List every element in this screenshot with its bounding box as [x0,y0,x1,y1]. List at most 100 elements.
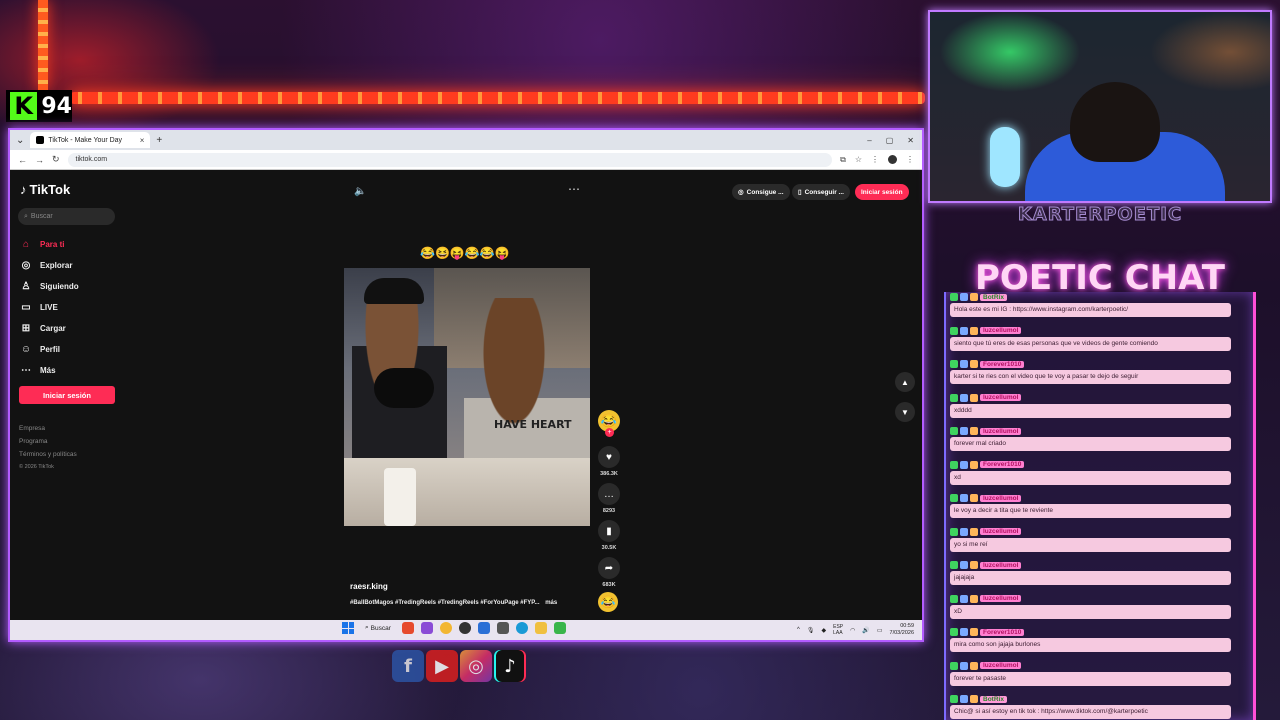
follow-plus-icon[interactable]: + [605,428,614,437]
extensions-icon[interactable]: ⋮ [871,155,879,165]
sidebar-item-label: Para ti [40,240,65,249]
tray-chevron-icon[interactable]: ^ [797,627,800,633]
sidebar-footer: Empresa Programa Términos y políticas © … [19,422,77,474]
chat-badge-icon [960,628,968,636]
file-explorer-icon[interactable] [534,622,547,634]
chat-badge-icon [950,594,958,603]
comment-action[interactable]: … 8293 [598,483,620,514]
url-field[interactable]: tiktok.com [67,152,833,167]
chat-badge-icon [950,427,958,435]
chat-badge-icon [970,695,978,703]
taskbar-apps: ⌕ Buscar [342,622,566,634]
forward-icon[interactable]: → [35,155,44,165]
search-input[interactable]: ⌕ Buscar [18,208,115,225]
taskbar-app-icon[interactable] [401,622,414,634]
chat-username: Forever1010 [980,628,1025,636]
creator-avatar[interactable]: 😂 + [598,410,620,437]
tab-list-icon[interactable]: ⌄ [16,135,24,146]
obs-icon[interactable] [458,622,471,634]
bookmark-star-icon[interactable]: ☆ [855,155,862,165]
install-icon[interactable]: ⧉ [840,155,846,165]
taskbar-app-icon[interactable] [420,622,433,634]
video-hashtags: #BallBotMagos #TredingReels #TredingReel… [350,600,557,606]
get-app-button[interactable]: ◎ Consigue ... [732,184,790,200]
previous-video-button[interactable]: ▲ [895,372,915,392]
more-link[interactable]: más [545,600,557,606]
next-video-button[interactable]: ▼ [895,402,915,422]
led-light-strip [70,92,925,104]
sidebar-item-cargar[interactable]: ⊞ Cargar [20,318,79,339]
sidebar-item-siguiendo[interactable]: ♙ Siguiendo [20,276,79,297]
chrome-icon[interactable] [439,622,452,634]
minimize-icon[interactable]: – [867,136,871,145]
music-disc-icon[interactable]: 😂 [598,592,618,612]
close-tab-icon[interactable]: × [140,136,145,145]
new-tab-button[interactable]: + [156,135,162,146]
hashtags-text[interactable]: #BallBotMagos #TredingReels #TredingReel… [350,600,540,606]
search-placeholder: Buscar [30,213,53,220]
volume-tray-icon[interactable]: 🔊 [862,627,869,634]
battery-icon[interactable]: ▭ [877,627,883,634]
youtube-icon: ▶ [426,650,458,682]
chat-badge-icon [950,561,958,569]
mail-icon[interactable] [477,622,490,634]
top-login-button[interactable]: Iniciar sesión [855,184,909,200]
chat-badge-icon [960,494,968,502]
mic-tray-icon[interactable]: 🎙 [807,627,815,634]
edge-icon[interactable] [515,622,528,634]
chat-badge-icon [970,460,978,469]
sidebar-item-explorar[interactable]: ◎ Explorar [20,255,79,276]
video-username[interactable]: raesr.king [350,582,388,591]
footer-link-empresa[interactable]: Empresa [19,422,77,435]
sidebar-item-live[interactable]: ▭ LIVE [20,297,79,318]
video-player[interactable]: HAVE HEART [344,268,590,526]
tab-tiktok[interactable]: TikTok - Make Your Day × [30,132,151,148]
sidebar-item-mas[interactable]: ⋯ Más [20,360,79,381]
sidebar-item-para-ti[interactable]: ⌂ Para ti [20,234,79,255]
taskbar-app-icon[interactable] [553,622,566,634]
sidebar-item-perfil[interactable]: ☺ Perfil [20,339,79,360]
more-icon: ⋯ [21,365,31,376]
chat-message: luzcellumol forever te pasaste [950,661,1231,695]
maximize-icon[interactable]: ▢ [886,136,894,145]
tiktok-favicon-icon [36,136,45,144]
tiktok-logo[interactable]: ♪ TikTok [20,182,70,197]
video-actions: 😂 + ♥ 386.3K … 8293 ▮ 30.5K ➦ 683K [594,410,624,594]
language-indicator[interactable]: ESP LAA [833,624,843,636]
taskbar-clock[interactable]: 00:59 7/03/2026 [890,623,914,637]
chat-text: xdddd [950,403,1231,418]
profile-avatar-icon[interactable] [888,154,897,164]
store-icon[interactable] [496,622,509,634]
video-options-icon[interactable]: ⋯ [568,182,580,196]
tray-app-icon[interactable]: ◆ [821,627,826,634]
chat-message: BotRix Chic@ si así estoy en tik tok : ht… [950,694,1231,720]
volume-icon[interactable]: 🔈 [354,186,366,197]
chat-message-header: luzcellumol [950,493,1231,503]
save-count: 30.5K [601,545,617,551]
footer-link-terms[interactable]: Términos y políticas [19,448,77,461]
menu-icon[interactable]: ⋮ [906,155,914,165]
viewer-count: 94 [41,93,72,119]
like-action[interactable]: ♥ 386.3K [598,446,620,477]
webcam-person-head [1070,82,1160,162]
system-tray: ^ 🎙 ◆ ESP LAA ◠ 🔊 ▭ 00:59 7/03/2026 [797,623,914,637]
taskbar-search[interactable]: ⌕ Buscar [361,624,395,632]
chat-badge-icon [970,427,978,435]
share-action[interactable]: ➦ 683K [598,557,620,588]
close-window-icon[interactable]: ✕ [907,136,914,145]
reload-icon[interactable]: ↻ [52,154,60,165]
chat-badge-icon [960,393,968,402]
chat-username: Forever1010 [980,360,1025,368]
get-coins-button[interactable]: ▯ Conseguir ... [792,184,850,200]
instagram-icon: ◎ [460,650,492,682]
sidebar-login-button[interactable]: Iniciar sesión [19,386,115,404]
save-action[interactable]: ▮ 30.5K [598,520,620,551]
chat-message-header: BotRix [950,292,1231,302]
windows-start-icon[interactable] [342,622,354,634]
wifi-icon[interactable]: ◠ [850,627,855,634]
chat-text: siento que tú eres de esas personas que … [950,336,1231,351]
sidebar-item-label: LIVE [40,303,58,312]
footer-link-programa[interactable]: Programa [19,435,77,448]
browser-window: ⌄ TikTok - Make Your Day × + – ▢ ✕ ← → ↻… [8,128,924,642]
back-icon[interactable]: ← [18,155,27,165]
